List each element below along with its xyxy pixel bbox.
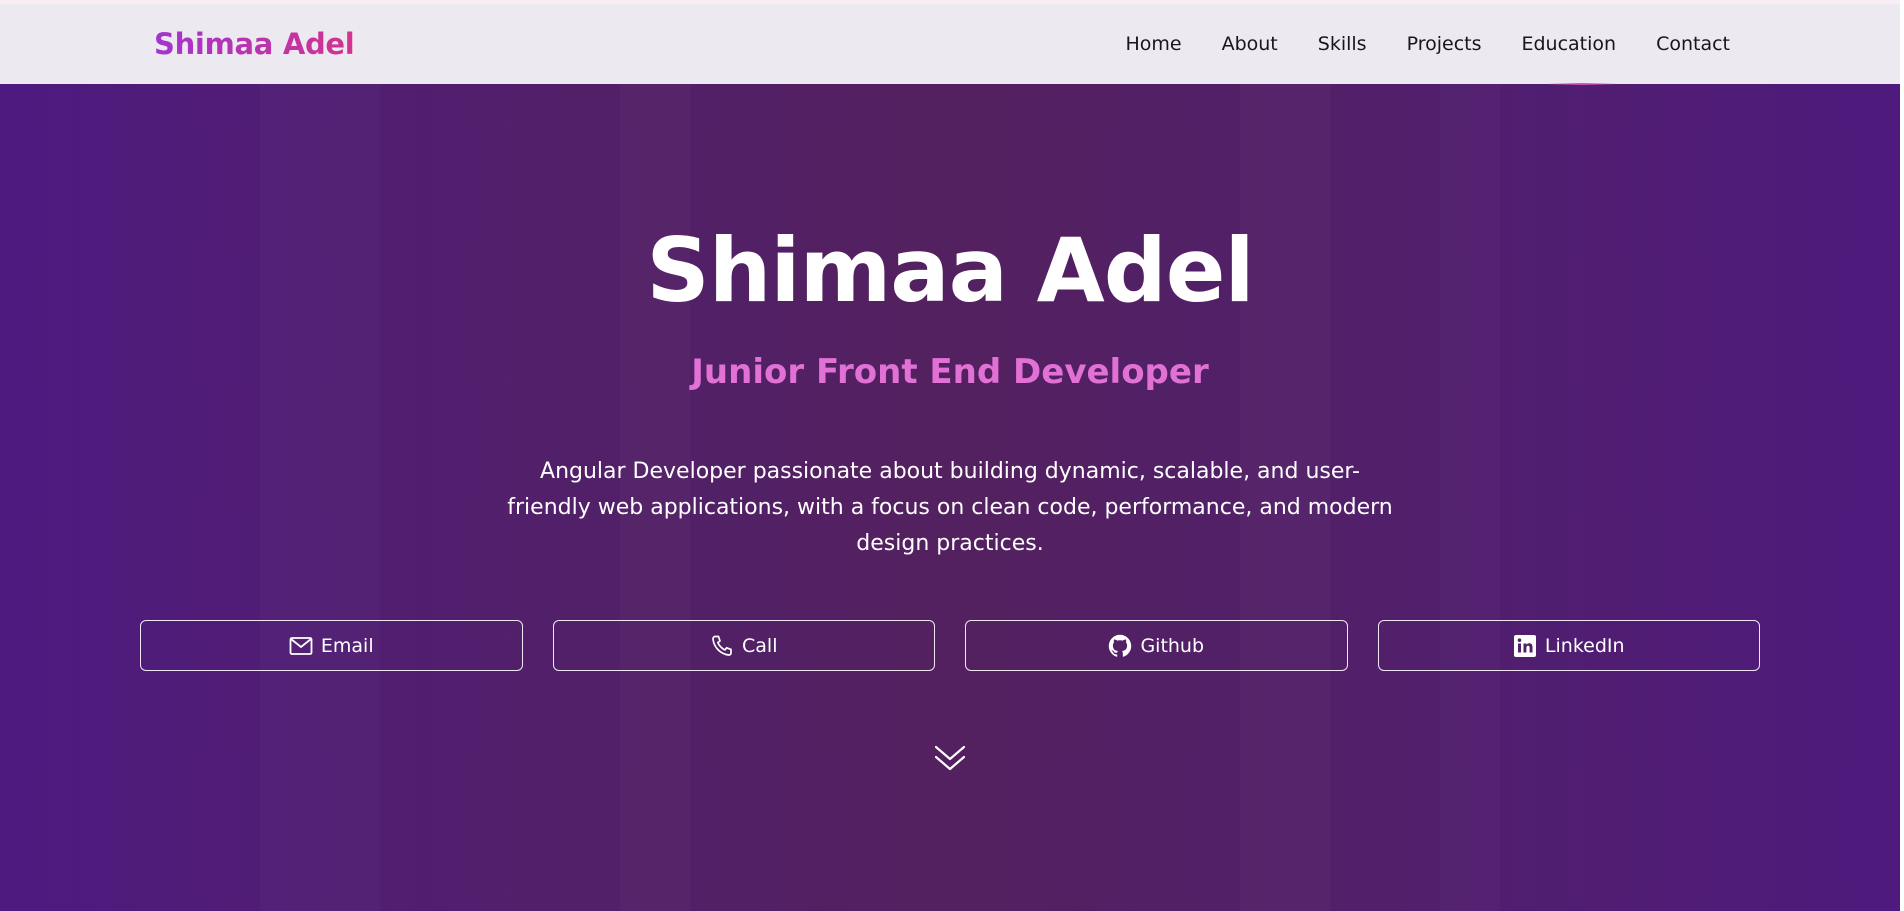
linkedin-icon <box>1513 634 1537 658</box>
phone-icon <box>710 634 734 658</box>
call-button[interactable]: Call <box>552 620 935 671</box>
hero-description: Angular Developer passionate about build… <box>507 459 1393 556</box>
mail-icon <box>289 634 313 658</box>
navbar: Shimaa Adel Home About Skills Projects E… <box>0 0 1900 84</box>
nav-link-education[interactable]: Education <box>1521 33 1616 55</box>
call-button-label: Call <box>742 634 778 657</box>
contact-actions: Email Call Github LinkedIn <box>140 620 1760 671</box>
linkedin-button[interactable]: LinkedIn <box>1377 620 1760 671</box>
hero-section: Shimaa Adel Junior Front End Developer A… <box>0 84 1900 911</box>
page: Shimaa Adel Home About Skills Projects E… <box>0 0 1904 911</box>
nav-link-projects[interactable]: Projects <box>1407 33 1482 55</box>
background-stripe <box>1440 84 1500 911</box>
email-button-label: Email <box>320 634 374 657</box>
nav-links: Home About Skills Projects Education Con… <box>1125 33 1730 55</box>
github-icon <box>1108 634 1132 658</box>
nav-link-skills[interactable]: Skills <box>1318 33 1367 55</box>
hero-role: Junior Front End Developer <box>691 352 1209 392</box>
github-button[interactable]: Github <box>965 620 1348 671</box>
brand-logo[interactable]: Shimaa Adel <box>154 27 355 61</box>
nav-link-home[interactable]: Home <box>1125 33 1181 55</box>
github-button-label: Github <box>1140 634 1205 657</box>
nav-link-about[interactable]: About <box>1222 33 1278 55</box>
nav-link-contact[interactable]: Contact <box>1656 33 1730 55</box>
linkedin-button-label: LinkedIn <box>1544 634 1625 657</box>
background-stripe <box>260 84 380 911</box>
email-button[interactable]: Email <box>140 620 523 671</box>
nav-active-underline <box>1546 83 1618 85</box>
hero-name: Shimaa Adel <box>646 219 1254 322</box>
window-edge <box>1900 0 1904 911</box>
chevron-double-down-icon[interactable] <box>933 741 967 775</box>
